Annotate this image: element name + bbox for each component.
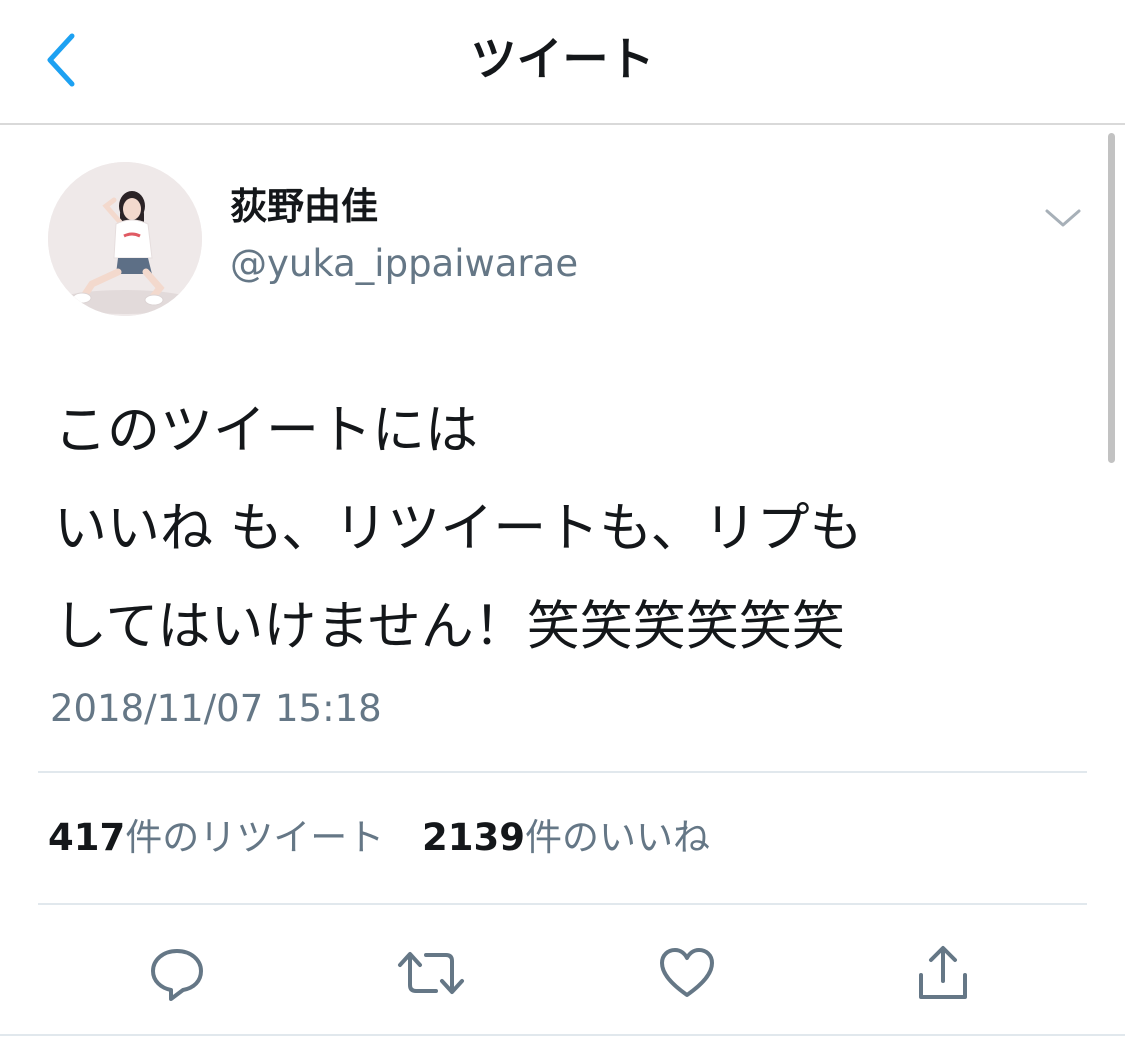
retweet-button[interactable]	[396, 938, 466, 1008]
user-avatar	[48, 162, 202, 316]
scrollbar[interactable]	[1108, 133, 1115, 463]
author-handle[interactable]: @yuka_ippaiwarae	[230, 238, 578, 290]
retweet-icon	[398, 952, 464, 994]
retweet-count: 417	[48, 816, 126, 859]
like-count-link[interactable]: 2139件のいいね	[422, 810, 710, 866]
reply-icon	[151, 949, 203, 1001]
tweet-text-line: してはいけません！笑笑笑笑笑笑	[54, 596, 845, 657]
tweet-menu-button[interactable]	[1038, 195, 1088, 241]
divider	[0, 1034, 1125, 1036]
author-display-name[interactable]: 荻野由佳	[230, 182, 378, 232]
share-icon	[919, 946, 967, 999]
retweet-count-link[interactable]: 417件のリツイート	[48, 810, 384, 866]
divider	[38, 903, 1087, 905]
avatar[interactable]	[48, 162, 202, 316]
divider	[38, 771, 1087, 773]
chevron-down-icon	[1045, 209, 1081, 227]
tweet-text-line: このツイートには	[54, 400, 478, 461]
navigation-bar: ツイート	[0, 0, 1125, 125]
like-count-label: 件のいいね	[524, 816, 710, 859]
like-button[interactable]	[652, 938, 722, 1008]
page-title: ツイート	[470, 32, 655, 86]
tweet-timestamp: 2018/11/07 15:18	[50, 687, 382, 730]
engagement-stats: 417件のリツイート 2139件のいいね	[48, 810, 736, 866]
tweet-text-line: いいね も、リツイートも、リプも	[54, 498, 863, 559]
like-count: 2139	[422, 816, 525, 859]
retweet-count-label: 件のリツイート	[125, 816, 385, 859]
share-button[interactable]	[908, 938, 978, 1008]
reply-button[interactable]	[142, 938, 212, 1008]
tweet-text: このツイートには いいね も、リツイートも、リプも してはいけません！笑笑笑笑笑…	[54, 382, 1084, 676]
heart-icon	[660, 948, 714, 997]
